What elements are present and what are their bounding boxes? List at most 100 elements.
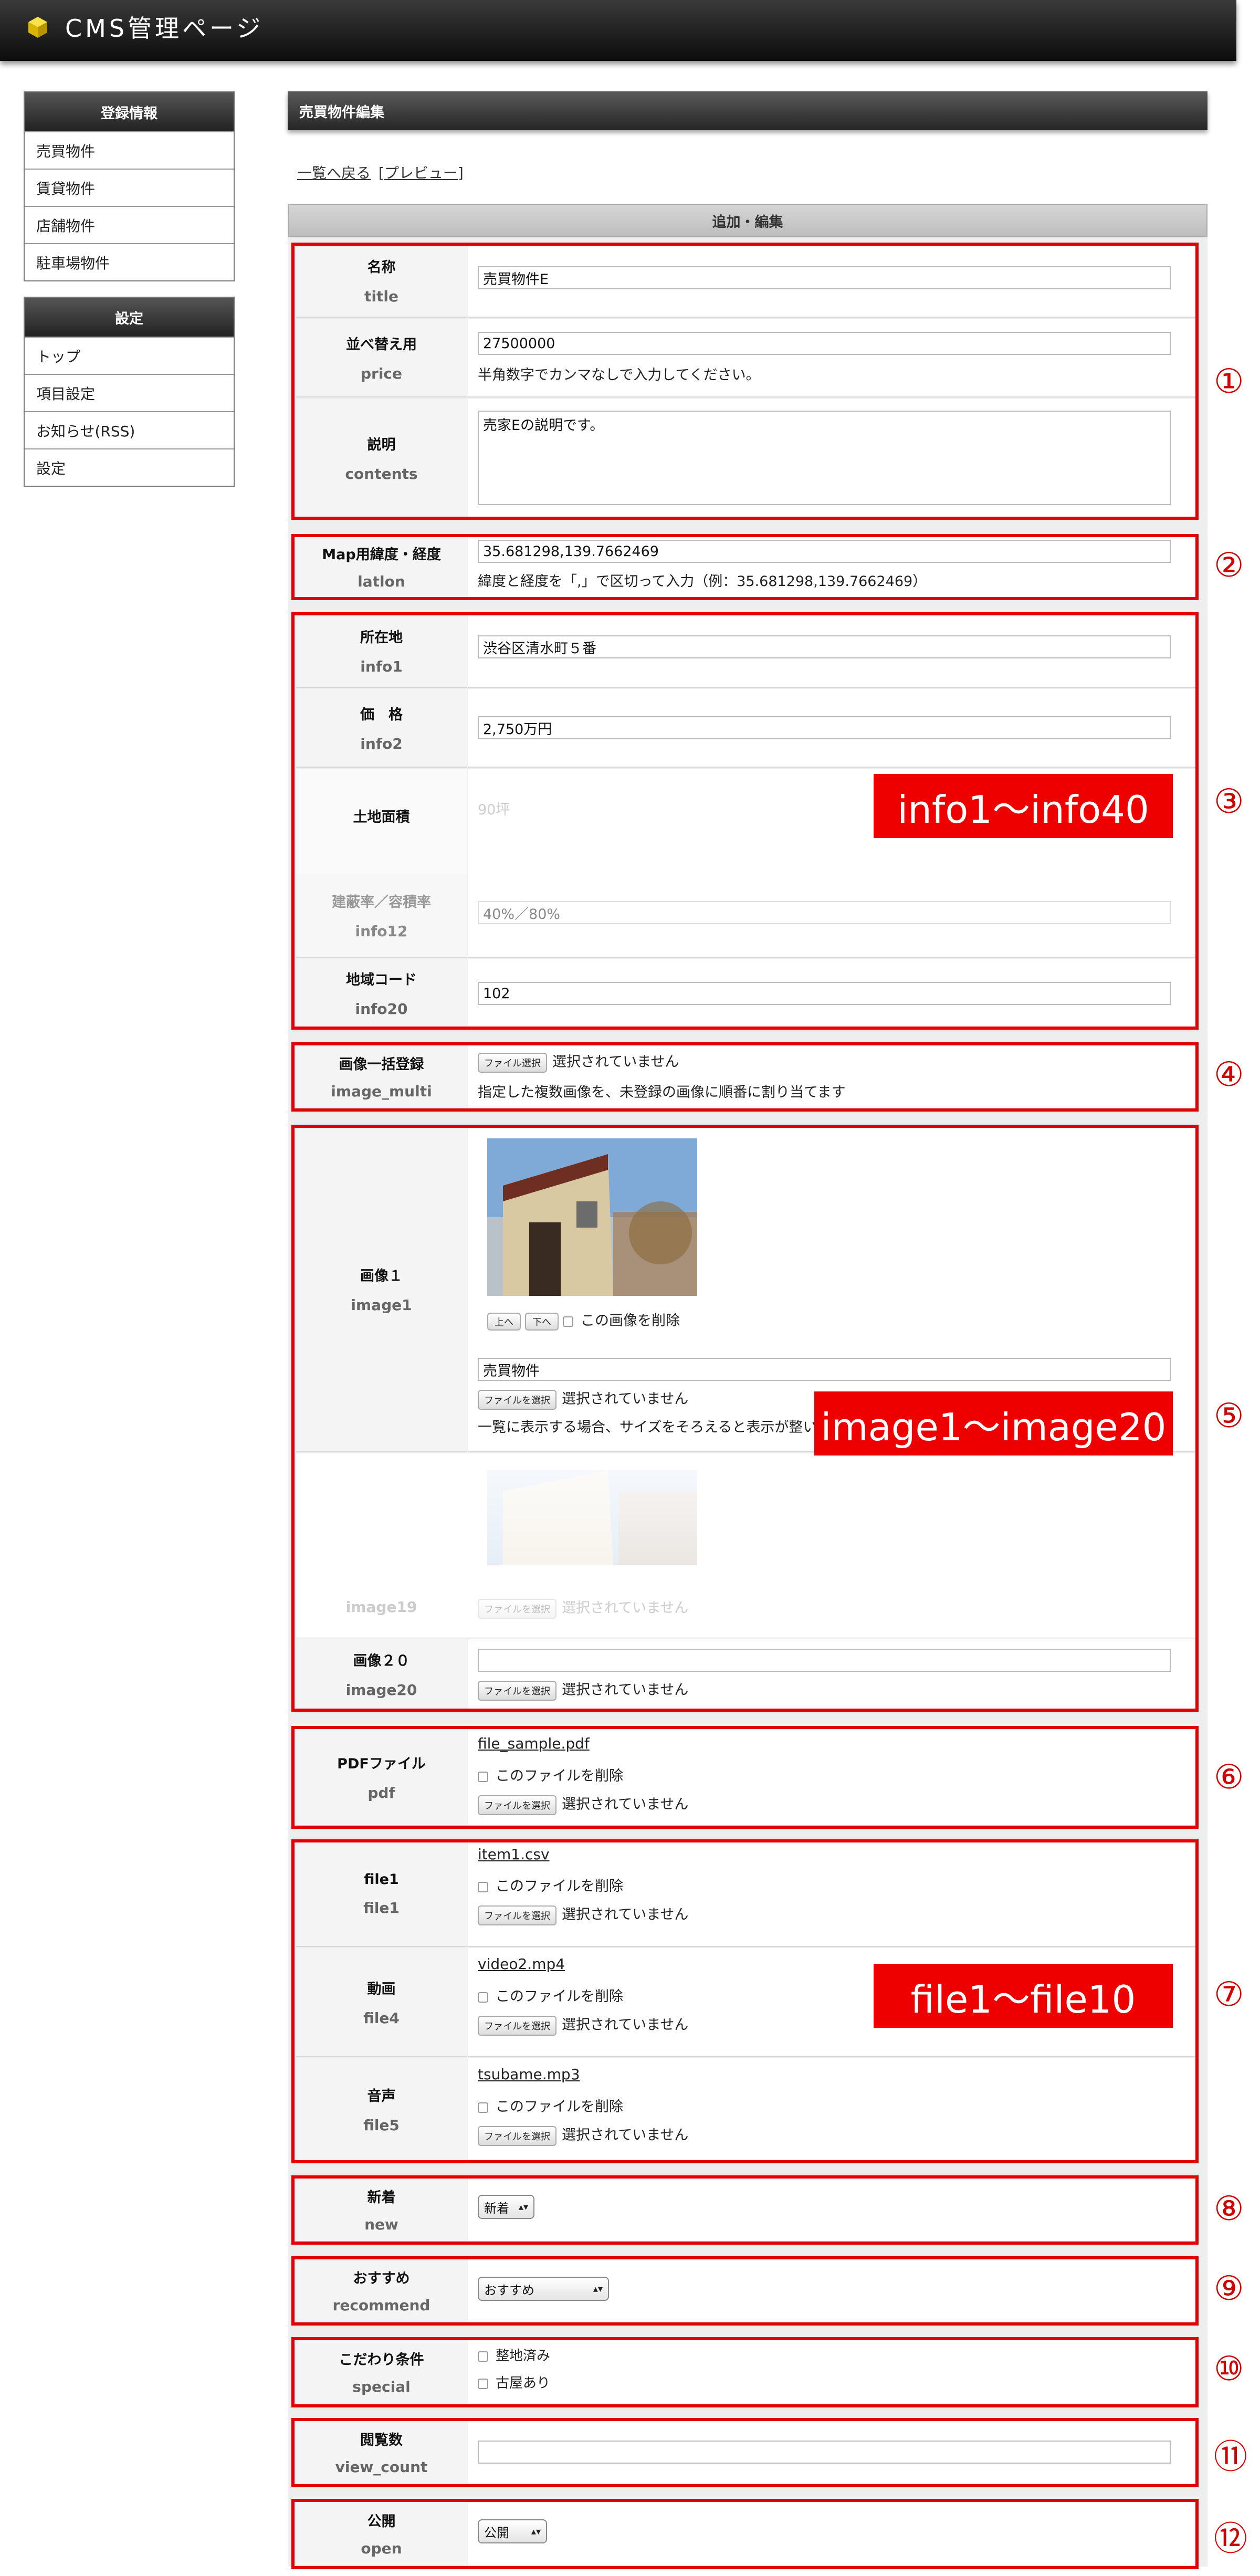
label-image1: 画像１ image1 bbox=[296, 1127, 467, 1452]
new-select[interactable]: 新着 ▴▾ bbox=[478, 2195, 534, 2219]
image-multi-note: 指定した複数画像を、未登録の画像に順番に割り当てます bbox=[478, 1084, 846, 1101]
pdf-delete-checkbox[interactable] bbox=[478, 1771, 488, 1782]
label-file4: 動画 file4 bbox=[296, 1948, 467, 2057]
info20-input[interactable]: 102 bbox=[478, 982, 1171, 1005]
preview-link[interactable]: [プレビュー] bbox=[379, 164, 464, 182]
label-info1: 所在地 info1 bbox=[296, 614, 467, 688]
sidebar-group-settings: 設定 トップ 項目設定 お知らせ(RSS) 設定 bbox=[24, 297, 235, 487]
image1-caption-input[interactable]: 売買物件 bbox=[478, 1358, 1171, 1381]
overlay-info-range: info1〜info40 bbox=[874, 774, 1173, 838]
sidebar-item-rss[interactable]: お知らせ(RSS) bbox=[25, 411, 234, 448]
back-to-list-link[interactable]: 一覧へ戻る bbox=[297, 164, 371, 182]
info1-input[interactable]: 渋谷区清水町５番 bbox=[478, 635, 1171, 658]
image1-delete-checkbox[interactable] bbox=[563, 1316, 573, 1327]
info-faded-value: 90坪 bbox=[478, 802, 510, 818]
file4-delete-checkbox[interactable] bbox=[478, 1992, 488, 2003]
sidebar-group-title: 登録情報 bbox=[25, 92, 234, 131]
file5-delete-checkbox[interactable] bbox=[478, 2102, 488, 2113]
image19-file-button[interactable]: ファイルを選択 bbox=[478, 1598, 556, 1619]
image20-file-status: 選択されていません bbox=[562, 1682, 689, 1698]
label-file5: 音声 file5 bbox=[296, 2058, 467, 2161]
image1-up-button[interactable]: 上へ bbox=[487, 1312, 521, 1331]
annotation-number-8: ⑧ bbox=[1214, 2190, 1244, 2228]
file1-delete-checkbox[interactable] bbox=[478, 1881, 488, 1892]
image20-caption-input[interactable] bbox=[478, 1649, 1171, 1672]
special-option-1-checkbox[interactable] bbox=[478, 2351, 488, 2362]
file4-file-button[interactable]: ファイルを選択 bbox=[478, 2015, 556, 2036]
special-option-2-checkbox[interactable] bbox=[478, 2378, 488, 2389]
sidebar-item-parking[interactable]: 駐車場物件 bbox=[25, 243, 234, 280]
select-arrows-icon: ▴▾ bbox=[531, 2526, 541, 2537]
annotation-number-12: ⑫ bbox=[1214, 2520, 1247, 2559]
file1-file-status: 選択されていません bbox=[562, 1907, 689, 1923]
sidebar-item-store[interactable]: 店舗物件 bbox=[25, 206, 234, 243]
file5-file-row: ファイルを選択 選択されていません bbox=[478, 2123, 688, 2146]
recommend-select[interactable]: おすすめ ▴▾ bbox=[478, 2277, 609, 2301]
latlon-input[interactable]: 35.681298,139.7662469 bbox=[478, 540, 1171, 563]
file4-file-row: ファイルを選択 選択されていません bbox=[478, 2013, 688, 2036]
select-arrows-icon: ▴▾ bbox=[593, 2283, 603, 2295]
label-image19: image19 bbox=[345, 1598, 417, 1616]
annotation-number-9: ⑨ bbox=[1214, 2269, 1244, 2308]
contents-textarea[interactable]: 売家Eの説明です。 bbox=[478, 411, 1171, 505]
annotation-number-3: ③ bbox=[1214, 782, 1244, 821]
sidebar-item-top[interactable]: トップ bbox=[25, 337, 234, 374]
sidebar-group-registration: 登録情報 売買物件 賃貸物件 店舗物件 駐車場物件 bbox=[24, 91, 235, 281]
file4-link[interactable]: video2.mp4 bbox=[478, 1955, 565, 1973]
sidebar-item-rent[interactable]: 賃貸物件 bbox=[25, 169, 234, 206]
pdf-delete-label: このファイルを削除 bbox=[496, 1768, 623, 1784]
label-price: 並べ替え用 price bbox=[296, 319, 467, 397]
pdf-file-row: ファイルを選択 選択されていません bbox=[478, 1793, 688, 1815]
price-input[interactable]: 27500000 bbox=[478, 332, 1171, 355]
sidebar-item-sale[interactable]: 売買物件 bbox=[25, 131, 234, 169]
title-input[interactable]: 売買物件E bbox=[478, 266, 1171, 289]
image1-delete-label: この画像を削除 bbox=[581, 1313, 680, 1329]
top-bar: CMS管理ページ bbox=[0, 0, 1236, 61]
label-image-multi: 画像一括登録 image_multi bbox=[296, 1045, 467, 1109]
file1-file-button[interactable]: ファイルを選択 bbox=[478, 1905, 556, 1925]
open-select[interactable]: 公開 ▴▾ bbox=[478, 2519, 547, 2543]
app-title: CMS管理ページ bbox=[65, 14, 264, 43]
file4-delete-row: このファイルを削除 bbox=[478, 1985, 623, 2005]
image1-down-button[interactable]: 下へ bbox=[525, 1312, 559, 1331]
latlon-note: 緯度と経度を「,」で区切って入力（例：35.681298,139.7662469… bbox=[478, 573, 927, 590]
file5-file-button[interactable]: ファイルを選択 bbox=[478, 2125, 556, 2146]
image-multi-file-button[interactable]: ファイル選択 bbox=[478, 1052, 547, 1073]
pdf-file-status: 選択されていません bbox=[562, 1796, 689, 1813]
value-cell-price bbox=[468, 319, 1198, 397]
sidebar-item-field-settings[interactable]: 項目設定 bbox=[25, 374, 234, 411]
image1-file-button[interactable]: ファイルを選択 bbox=[478, 1389, 556, 1410]
view-count-input[interactable] bbox=[478, 2441, 1171, 2464]
image1-note: 一覧に表示する場合、サイズをそろえると表示が整います bbox=[478, 1419, 846, 1436]
info2-input[interactable]: 2,750万円 bbox=[478, 716, 1171, 739]
file5-delete-row: このファイルを削除 bbox=[478, 2095, 623, 2116]
annotation-number-1: ① bbox=[1214, 362, 1244, 401]
sidebar-item-settings[interactable]: 設定 bbox=[25, 448, 234, 486]
image20-file-row: ファイルを選択 選択されていません bbox=[478, 1678, 688, 1701]
price-note: 半角数字でカンマなしで入力してください。 bbox=[478, 367, 760, 383]
special-option-1: 整地済み bbox=[478, 2345, 550, 2364]
label-info2: 価 格 info2 bbox=[296, 689, 467, 768]
pdf-file-button[interactable]: ファイルを選択 bbox=[478, 1795, 556, 1815]
info12-input[interactable]: 40%／80% bbox=[478, 901, 1171, 924]
annotation-number-10: ⑩ bbox=[1214, 2350, 1244, 2389]
value-cell-new bbox=[468, 2178, 1198, 2242]
image20-file-button[interactable]: ファイルを選択 bbox=[478, 1680, 556, 1701]
file1-link[interactable]: item1.csv bbox=[478, 1846, 550, 1863]
image1-file-row: ファイルを選択 選択されていません bbox=[478, 1387, 688, 1410]
image1-thumbnail bbox=[487, 1138, 697, 1296]
file5-delete-label: このファイルを削除 bbox=[496, 2099, 623, 2115]
file1-file-row: ファイルを選択 選択されていません bbox=[478, 1903, 688, 1925]
pdf-file-link[interactable]: file_sample.pdf bbox=[478, 1735, 590, 1752]
overlay-image-range: image1〜image20 bbox=[814, 1391, 1173, 1455]
file5-link[interactable]: tsubame.mp3 bbox=[478, 2066, 580, 2083]
annotation-number-7: ⑦ bbox=[1214, 1975, 1244, 2014]
file4-delete-label: このファイルを削除 bbox=[496, 1988, 623, 2005]
annotation-number-5: ⑤ bbox=[1214, 1397, 1244, 1436]
file1-delete-row: このファイルを削除 bbox=[478, 1875, 623, 1895]
file5-file-status: 選択されていません bbox=[562, 2127, 689, 2143]
cube-logo-icon bbox=[28, 17, 47, 38]
sidebar-group-title: 設定 bbox=[25, 298, 234, 337]
annotation-number-2: ② bbox=[1214, 546, 1244, 585]
label-special: こだわり条件 special bbox=[296, 2340, 467, 2405]
